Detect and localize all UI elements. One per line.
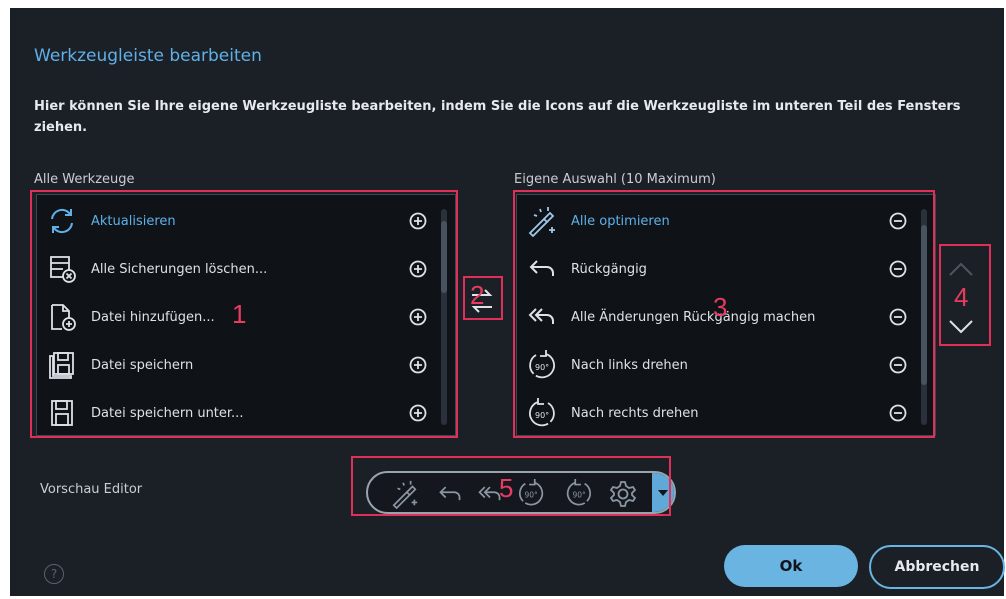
own-selection-label: Eigene Auswahl (10 Maximum) [514, 172, 716, 187]
annotation-label-2: 2 [470, 280, 485, 310]
annotation-label-4: 4 [954, 282, 969, 312]
ok-button[interactable]: Ok [724, 545, 858, 587]
annotation-label-1: 1 [232, 299, 247, 329]
dialog-title: Werkzeugleiste bearbeiten [34, 46, 262, 66]
annotation-label-3: 3 [713, 292, 728, 322]
annotation-label-5: 5 [499, 473, 514, 503]
dialog-description: Hier können Sie Ihre eigene Werkzeuglist… [34, 99, 961, 135]
cancel-button[interactable]: Abbrechen [869, 545, 1005, 589]
all-tools-label: Alle Werkzeuge [34, 172, 135, 187]
help-icon[interactable]: ? [44, 564, 64, 584]
preview-label: Vorschau Editor [40, 482, 143, 497]
